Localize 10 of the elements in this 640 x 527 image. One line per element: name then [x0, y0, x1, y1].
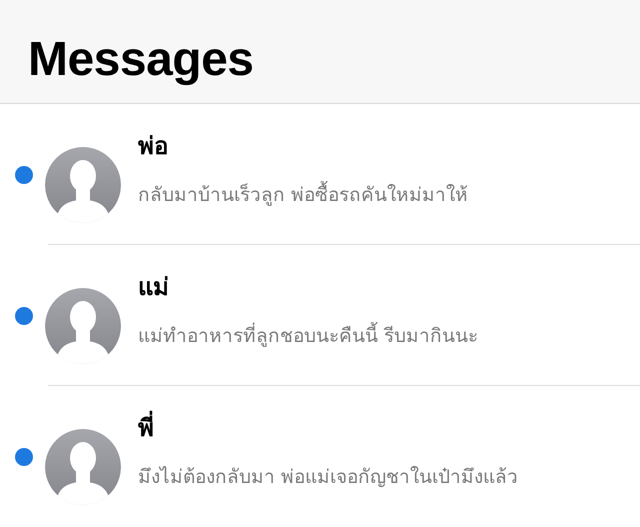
page-title: Messages — [28, 32, 254, 87]
message-preview: กลับมาบ้านเร็วลูก พ่อซื้อรถคันใหม่มาให้ — [138, 179, 468, 209]
contact-name: พี่ — [138, 408, 518, 447]
avatar-icon — [44, 286, 122, 364]
message-preview: แม่ทำอาหารที่ลูกชอบนะคืนนี้ รีบมากินนะ — [138, 320, 478, 350]
contact-name: แม่ — [138, 272, 170, 303]
avatar-icon — [44, 428, 122, 506]
contact-name: พ่อ — [138, 131, 169, 162]
avatar-icon — [44, 146, 122, 224]
message-preview: มึงไม่ต้องกลับมา พ่อแม่เจอกัญชาในเป๋ามึงแล้ว — [138, 465, 518, 490]
